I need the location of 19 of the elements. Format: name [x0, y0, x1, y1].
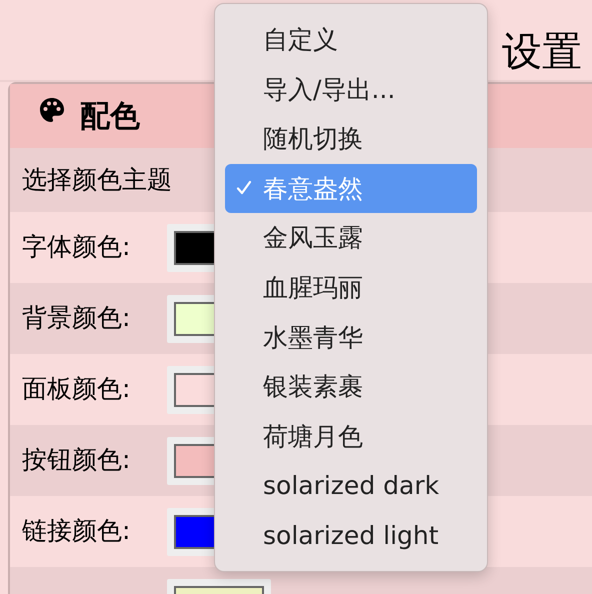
- menu-item[interactable]: solarized dark: [225, 460, 477, 510]
- menu-item[interactable]: 荷塘月色: [225, 411, 477, 461]
- menu-item[interactable]: 银装素裹: [225, 362, 477, 412]
- color-label: 按钮颜色:: [22, 444, 132, 476]
- theme-label: 选择颜色主题: [22, 164, 172, 196]
- menu-item[interactable]: solarized light: [225, 510, 477, 560]
- color-label: 链接颜色:: [22, 515, 132, 548]
- palette-icon: [38, 96, 66, 124]
- color-label: 字体颜色:: [22, 231, 132, 264]
- menu-item[interactable]: 导入/导出...: [225, 64, 477, 114]
- menu-item[interactable]: 自定义: [225, 15, 477, 65]
- menu-item[interactable]: 金风玉露: [225, 213, 477, 263]
- page-title: 设置: [502, 28, 582, 76]
- panel-title: 配色: [80, 98, 140, 136]
- menu-item[interactable]: 水墨青华: [225, 312, 477, 362]
- color-label: 面板颜色:: [22, 373, 132, 406]
- color-label: 背景颜色:: [22, 302, 132, 334]
- menu-item[interactable]: 血腥玛丽: [225, 262, 477, 312]
- menu-item[interactable]: 随机切换: [225, 114, 477, 164]
